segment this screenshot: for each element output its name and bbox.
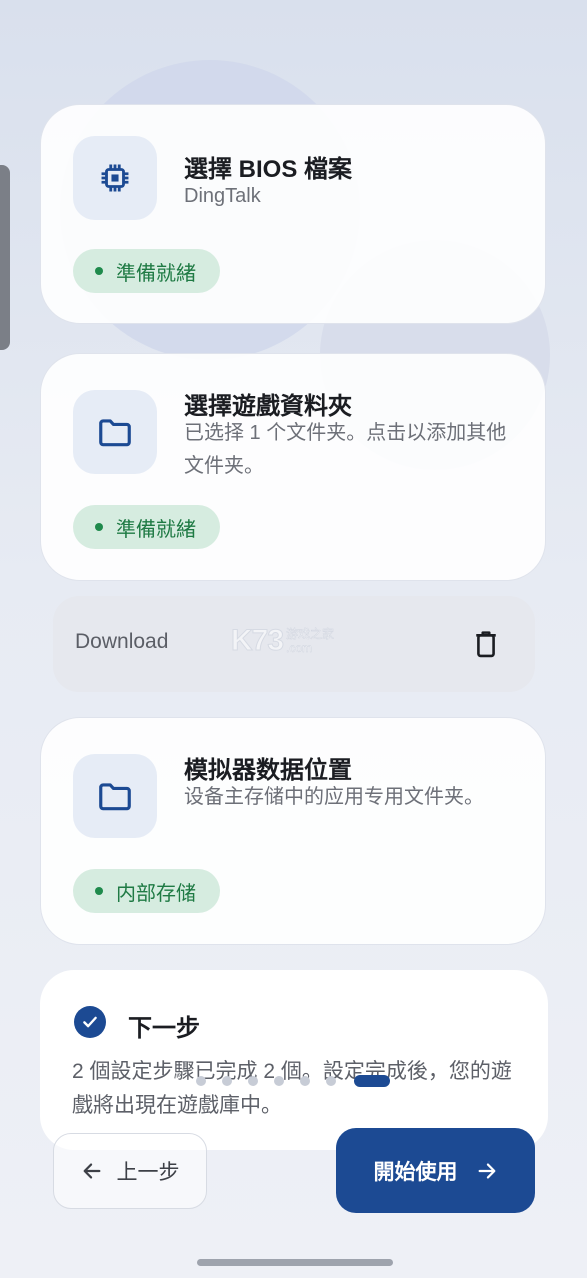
arrow-left-icon <box>83 1163 100 1179</box>
next-step-card: 下一步 2 個設定步驟已完成 2 個。設定完成後，您的遊戲將出現在遊戲庫中。 <box>40 970 548 1150</box>
watermark-logo: K73 <box>230 624 284 658</box>
watermark-bottom: .com <box>286 641 313 655</box>
folder-icon-box <box>73 754 157 838</box>
page-dot <box>248 1076 258 1086</box>
watermark: K73 游戏之家 .com <box>230 621 334 661</box>
page-dot <box>222 1076 232 1086</box>
status-badge: 内部存储 <box>73 869 220 913</box>
folder-icon <box>99 783 131 811</box>
bios-file-card[interactable]: 選擇 BIOS 檔案 DingTalk 準備就緒 <box>40 104 546 324</box>
home-indicator[interactable] <box>197 1259 393 1266</box>
card-title: 模拟器数据位置 <box>184 757 352 784</box>
watermark-top: 游戏之家 <box>286 627 335 641</box>
folder-icon <box>99 419 131 447</box>
status-label: 準備就緒 <box>116 518 196 541</box>
card-title: 選擇 BIOS 檔案 <box>184 156 353 183</box>
next-step-description: 2 個設定步驟已完成 2 個。設定完成後，您的遊戲將出現在遊戲庫中。 <box>72 1060 512 1117</box>
chip-icon <box>101 164 129 192</box>
folder-name: Download <box>75 630 169 653</box>
page-dot <box>300 1076 310 1086</box>
status-label: 内部存储 <box>116 882 196 905</box>
folder-icon-box <box>73 390 157 474</box>
game-folder-card[interactable]: 選擇遊戲資料夾 已选择 1 个文件夹。点击以添加其他文件夹。 準備就緒 <box>40 353 546 581</box>
status-badge: 準備就緒 <box>73 505 220 549</box>
edge-drag-handle[interactable] <box>0 165 10 350</box>
watermark-text: 游戏之家 .com <box>286 627 334 655</box>
page-dot <box>274 1076 284 1086</box>
trash-icon <box>476 631 496 658</box>
start-button-label: 開始使用 <box>373 1160 458 1184</box>
status-dot <box>95 523 103 531</box>
page-dot-active <box>354 1075 390 1087</box>
previous-button-label: 上一步 <box>116 1161 180 1184</box>
card-title: 選擇遊戲資料夾 <box>184 393 352 420</box>
card-subtitle: DingTalk <box>184 185 261 207</box>
page-dot <box>326 1076 336 1086</box>
status-badge: 準備就緒 <box>73 249 220 293</box>
arrow-right-icon <box>478 1162 495 1179</box>
status-label: 準備就緒 <box>116 262 196 285</box>
check-circle-icon <box>74 1006 106 1038</box>
status-dot <box>95 887 103 895</box>
emulator-data-card[interactable]: 模拟器数据位置 设备主存储中的应用专用文件夹。 内部存储 <box>40 717 546 945</box>
page-dot <box>196 1076 206 1086</box>
previous-button[interactable]: 上一步 <box>53 1133 207 1209</box>
page-indicator <box>196 1075 390 1087</box>
card-subtitle: 已选择 1 个文件夹。点击以添加其他文件夹。 <box>184 422 507 477</box>
status-dot <box>95 267 103 275</box>
start-button[interactable]: 開始使用 <box>336 1128 535 1213</box>
delete-folder-button[interactable] <box>469 626 503 662</box>
chip-icon-box <box>73 136 157 220</box>
card-subtitle: 设备主存储中的应用专用文件夹。 <box>184 786 484 808</box>
next-step-title: 下一步 <box>128 1015 200 1042</box>
